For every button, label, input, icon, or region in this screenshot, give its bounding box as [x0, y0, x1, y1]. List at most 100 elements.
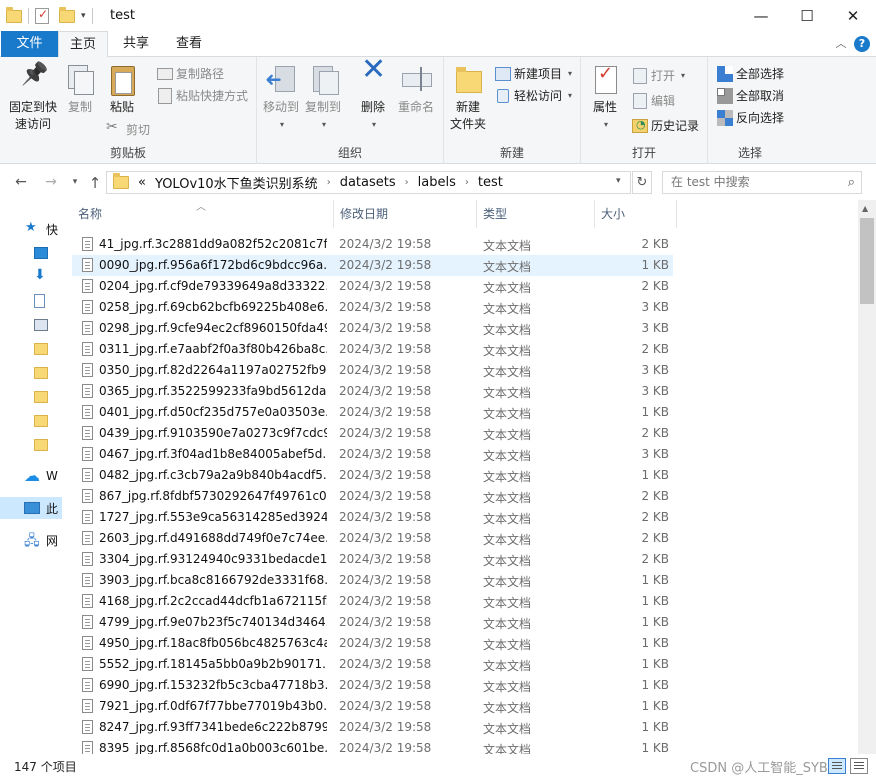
file-row[interactable]: 8247_jpg.rf.93ff7341bede6c222b8799... 202… [72, 717, 673, 738]
delete-button[interactable]: 删除 ▾ [355, 61, 391, 133]
open-button[interactable]: 打开 ▾ [631, 65, 685, 85]
select-none-button[interactable]: 全部取消 [716, 85, 784, 105]
column-header-name[interactable]: ︿ 名称 [72, 200, 334, 228]
customize-toolbar-dropdown-icon[interactable]: ▾ [81, 11, 86, 21]
file-row[interactable]: 0258_jpg.rf.69cb62bcfb69225b408e6... 2024… [72, 297, 673, 318]
nav-item-folder[interactable] [0, 338, 62, 360]
search-icon[interactable]: ⌕ [848, 172, 855, 193]
cut-button[interactable]: 剪切 [106, 119, 150, 139]
nav-item-onedrive[interactable]: ☁ W [0, 466, 62, 488]
nav-item-folder[interactable] [0, 434, 62, 456]
file-row[interactable]: 0467_jpg.rf.3f04ad1b8e84005abef5d... 2024… [72, 444, 673, 465]
copy-path-button[interactable]: 复制路径 [156, 63, 224, 83]
address-box[interactable]: « YOLOv10水下鱼类识别系统 › datasets › labels › … [106, 171, 631, 194]
file-row[interactable]: 0482_jpg.rf.c3cb79a2a9b840b4acdf5... 2024… [72, 465, 673, 486]
properties-button[interactable]: 属性 ▾ [587, 63, 623, 133]
nav-item-documents[interactable] [0, 290, 62, 312]
file-row[interactable]: 0401_jpg.rf.d50cf235d757e0a03503e... 2024… [72, 402, 673, 423]
refresh-icon[interactable]: ↻ [632, 171, 652, 194]
nav-item-this-pc[interactable]: 此 [0, 497, 62, 519]
help-icon[interactable]: ? [854, 36, 870, 52]
details-view-icon[interactable] [828, 758, 846, 774]
file-row[interactable]: 0090_jpg.rf.956a6f172bd6c9bdcc96a... 2024… [72, 255, 673, 276]
copy-button[interactable]: 复制 [62, 63, 98, 116]
recent-locations-chevron-icon[interactable]: ▾ [66, 177, 84, 187]
breadcrumb-item[interactable]: labels [418, 175, 456, 190]
tab-home[interactable]: 主页 [58, 31, 108, 58]
up-arrow-icon[interactable]: ↑ [86, 174, 104, 192]
invert-selection-button[interactable]: 反向选择 [716, 107, 784, 127]
forward-arrow-icon[interactable]: → [42, 174, 60, 190]
tab-share[interactable]: 共享 [112, 31, 160, 57]
file-row[interactable]: 4799_jpg.rf.9e07b23f5c740134d3464... 2024… [72, 612, 673, 633]
file-row[interactable]: 3903_jpg.rf.bca8c8166792de3331f68... 2024… [72, 570, 673, 591]
file-row[interactable]: 0350_jpg.rf.82d2264a1197a02752fb9... 2024… [72, 360, 673, 381]
search-input[interactable]: 在 test 中搜索 ⌕ [662, 171, 862, 194]
file-type: 文本文档 [483, 323, 532, 337]
breadcrumb-overflow[interactable]: « [138, 175, 146, 190]
tab-view[interactable]: 查看 [164, 31, 214, 57]
sort-ascending-icon: ︿ [196, 202, 206, 213]
breadcrumb-item[interactable]: YOLOv10水下鱼类识别系统 [155, 173, 318, 192]
copy-to-button[interactable]: 复制到 ▾ [303, 63, 343, 133]
chevron-right-icon[interactable]: › [405, 177, 409, 188]
nav-item-pictures[interactable] [0, 314, 62, 336]
file-row[interactable]: 1727_jpg.rf.553e9ca56314285ed3924... 2024… [72, 507, 673, 528]
chevron-right-icon[interactable]: › [465, 177, 469, 188]
nav-item-desktop[interactable] [0, 242, 62, 264]
vertical-scrollbar[interactable]: ▲ [858, 200, 876, 754]
file-row[interactable]: 0204_jpg.rf.cf9de79339649a8d33322... 2024… [72, 276, 673, 297]
file-row[interactable]: 8395_jpg.rf.8568fc0d1a0b003c601be... 2024… [72, 738, 673, 754]
file-row[interactable]: 41_jpg.rf.3c2881dd9a082f52c2081c7f... 202… [72, 234, 673, 255]
file-row[interactable]: 3304_jpg.rf.93124940c9331bedacde1... 2024… [72, 549, 673, 570]
file-row[interactable]: 4168_jpg.rf.2c2ccad44dcfb1a672115f... 202… [72, 591, 673, 612]
nav-item-network[interactable]: 🖧 网 [0, 529, 62, 551]
close-button[interactable]: ✕ [830, 0, 876, 31]
paste-button[interactable]: 粘贴 [102, 63, 142, 116]
file-row[interactable]: 0298_jpg.rf.9cfe94ec2cf8960150fda49... 20… [72, 318, 673, 339]
scroll-up-icon[interactable]: ▲ [862, 204, 868, 213]
easy-access-button[interactable]: 轻松访问 ▾ [494, 85, 572, 105]
breadcrumb-item[interactable]: test [478, 175, 503, 190]
nav-item-quick-access[interactable]: ★ 快 [0, 218, 62, 240]
file-row[interactable]: 867_jpg.rf.8fdbf5730292647f49761c0... 202… [72, 486, 673, 507]
history-button[interactable]: 历史记录 [631, 115, 699, 135]
address-history-dropdown-icon[interactable]: ▾ [616, 176, 621, 186]
nav-item-downloads[interactable]: ⬇ [0, 266, 62, 288]
breadcrumb-item[interactable]: datasets [340, 175, 396, 190]
file-row[interactable]: 0365_jpg.rf.3522599233fa9bd5612da... 2024… [72, 381, 673, 402]
tab-file[interactable]: 文件 [1, 31, 58, 57]
nav-item-folder[interactable] [0, 410, 62, 432]
new-item-button[interactable]: 新建项目 ▾ [494, 63, 572, 83]
file-row[interactable]: 0439_jpg.rf.9103590e7a0273c9f7cdc9... 202… [72, 423, 673, 444]
scrollbar-thumb[interactable] [860, 218, 874, 304]
text-file-icon [82, 279, 93, 293]
back-arrow-icon[interactable]: ← [12, 174, 30, 190]
file-row[interactable]: 4950_jpg.rf.18ac8fb056bc4825763c4a... 202… [72, 633, 673, 654]
maximize-button[interactable]: ☐ [784, 0, 830, 31]
file-row[interactable]: 5552_jpg.rf.18145a5bb0a9b2b90171... 2024/… [72, 654, 673, 675]
text-file-icon [82, 468, 93, 482]
column-header-size[interactable]: 大小 [595, 200, 677, 228]
rename-button[interactable]: 重命名 [395, 63, 437, 116]
file-row[interactable]: 7921_jpg.rf.0df67f77bbe77019b43b0... 2024… [72, 696, 673, 717]
pin-to-quick-access-button[interactable]: 固定到快 速访问 [6, 63, 60, 133]
nav-item-folder[interactable] [0, 386, 62, 408]
new-folder-button[interactable]: 新建 文件夹 [448, 63, 488, 133]
new-folder-icon[interactable] [59, 6, 75, 23]
column-header-type[interactable]: 类型 [477, 200, 595, 228]
paste-shortcut-button[interactable]: 粘贴快捷方式 [156, 85, 248, 105]
file-row[interactable]: 0311_jpg.rf.e7aabf2f0a3f80b426ba8c... 202… [72, 339, 673, 360]
select-all-button[interactable]: 全部选择 [716, 63, 784, 83]
move-to-button[interactable]: 移动到 ▾ [261, 63, 301, 133]
file-row[interactable]: 2603_jpg.rf.d491688dd749f0e7c74ee... 2024… [72, 528, 673, 549]
minimize-button[interactable]: — [738, 0, 784, 31]
column-header-date[interactable]: 修改日期 [334, 200, 477, 228]
file-row[interactable]: 6990_jpg.rf.153232fb5c3cba47718b3... 2024… [72, 675, 673, 696]
collapse-ribbon-icon[interactable]: ︿ [832, 35, 850, 53]
nav-item-folder[interactable] [0, 362, 62, 384]
edit-button[interactable]: 编辑 [631, 90, 675, 110]
chevron-right-icon[interactable]: › [327, 177, 331, 188]
large-icons-view-icon[interactable] [850, 758, 868, 774]
properties-icon[interactable] [35, 7, 49, 24]
